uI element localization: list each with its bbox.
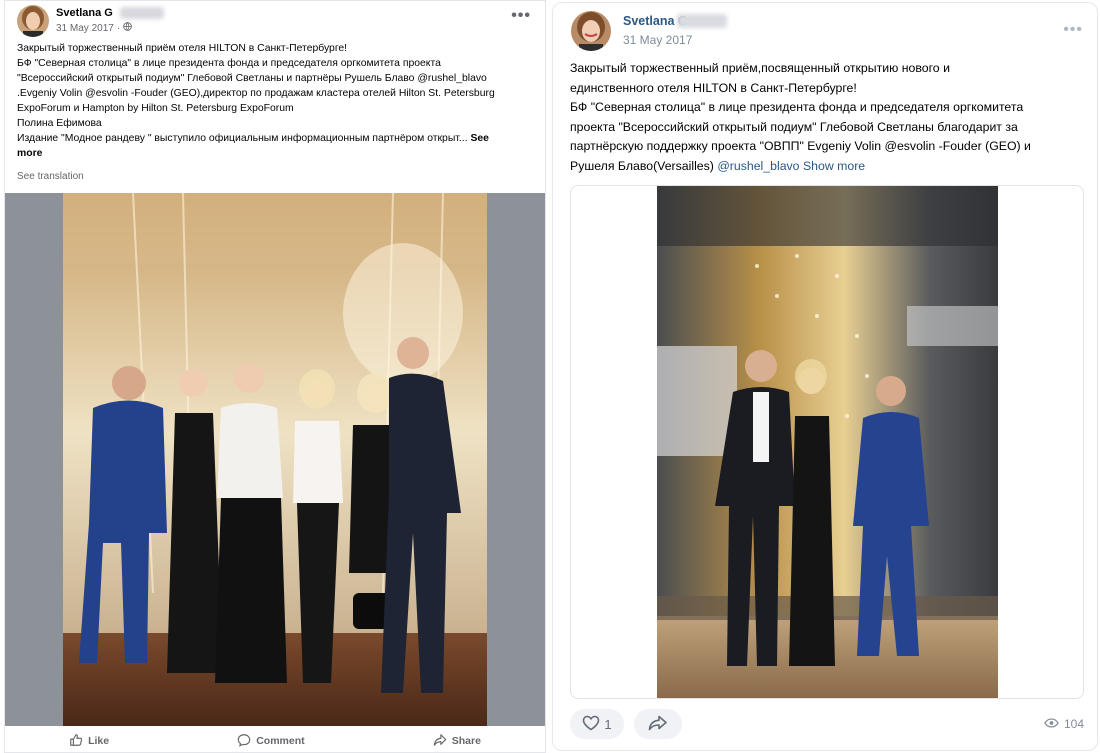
post-text-line: Полина Ефимова xyxy=(17,118,102,129)
show-more-link[interactable]: Show more xyxy=(803,159,865,173)
comment-label: Comment xyxy=(256,735,305,747)
more-options-icon[interactable]: ••• xyxy=(1063,21,1083,39)
blurred-surname xyxy=(120,7,164,19)
like-label: Like xyxy=(88,735,110,747)
group-photo[interactable] xyxy=(63,193,487,726)
heart-icon xyxy=(582,715,600,734)
like-button[interactable]: Like xyxy=(69,733,109,750)
author-name[interactable]: Svetlana G xyxy=(56,7,113,19)
post-text-line: ExpoForum и Hampton by Hilton St. Peters… xyxy=(17,103,294,114)
post-text-line: БФ "Северная столица" в лице президента … xyxy=(570,100,1024,114)
photo-frame xyxy=(5,193,545,726)
eye-icon xyxy=(1044,717,1059,731)
post-text-tail: Рушеля Блаво(Versailles) xyxy=(570,158,718,173)
post-text-line: БФ "Северная столица" в лице президента … xyxy=(17,58,441,69)
share-arrow-icon xyxy=(648,715,668,734)
mention-link[interactable]: @rushel_blavo xyxy=(717,159,799,173)
blurred-surname xyxy=(677,14,727,28)
post-text-line-last: Рушеля Блаво(Versailles) @rushel_blavo S… xyxy=(570,157,1082,177)
see-translation-link[interactable]: See translation xyxy=(17,171,84,182)
post-text-line: Закрытый торжественный приём,посвященный… xyxy=(570,61,950,75)
share-button[interactable] xyxy=(634,709,682,739)
post-date[interactable]: 31 May 2017 xyxy=(56,23,114,34)
share-arrow-icon xyxy=(433,733,447,750)
views-count: 104 xyxy=(1063,717,1084,731)
more-options-icon[interactable]: ••• xyxy=(511,7,531,25)
post-text-line: Закрытый торжественный приём отеля HILTO… xyxy=(17,43,348,54)
post-actions: Like Comment Share xyxy=(5,728,545,753)
see-more-link-continued[interactable]: more xyxy=(17,146,535,161)
comment-button[interactable]: Comment xyxy=(237,733,305,750)
share-button[interactable]: Share xyxy=(433,733,481,750)
post-meta: 31 May 2017 · xyxy=(56,22,132,34)
vk-post: Svetlana G 31 May 2017 ••• Закрытый торж… xyxy=(552,2,1098,751)
views-counter: 104 xyxy=(1044,717,1084,731)
see-more-link[interactable]: See xyxy=(470,133,489,144)
comment-icon xyxy=(237,733,251,750)
group-photo[interactable] xyxy=(657,186,998,698)
share-label: Share xyxy=(451,735,481,747)
post-footer: 1 104 xyxy=(570,709,1084,743)
like-count: 1 xyxy=(604,716,612,732)
post-text: Закрытый торжественный приём отеля HILTO… xyxy=(17,41,535,161)
post-text-line: проекта "Всероссийский открытый подиум" … xyxy=(570,119,1018,134)
photo-card xyxy=(570,185,1084,699)
avatar[interactable] xyxy=(17,5,49,37)
like-button[interactable]: 1 xyxy=(570,709,624,739)
post-text-line: "Всероссийский открытый подиум" Глебовой… xyxy=(17,73,487,84)
facebook-post: Svetlana G 31 May 2017 · ••• Закрытый то… xyxy=(4,0,546,753)
post-text-truncated: Издание "Модное рандеву " выступило офиц… xyxy=(17,133,468,144)
thumbs-up-icon xyxy=(69,733,83,750)
post-text-line-last: Издание "Модное рандеву " выступило офиц… xyxy=(17,131,535,146)
post-date[interactable]: 31 May 2017 xyxy=(623,33,692,47)
avatar[interactable] xyxy=(571,11,611,51)
globe-icon xyxy=(123,22,132,34)
post-text-line: единственного отеля HILTON в Санкт-Петер… xyxy=(570,80,857,95)
post-header: Svetlana G 31 May 2017 · ••• xyxy=(17,5,537,37)
post-text-line: партнёрскую поддержку проекта "ОВПП" Evg… xyxy=(570,139,1031,153)
post-text: Закрытый торжественный приём,посвященный… xyxy=(570,59,1082,176)
post-text-line: .Evgeniy Volin @esvolin -Fouder (GEO),ди… xyxy=(17,88,495,99)
